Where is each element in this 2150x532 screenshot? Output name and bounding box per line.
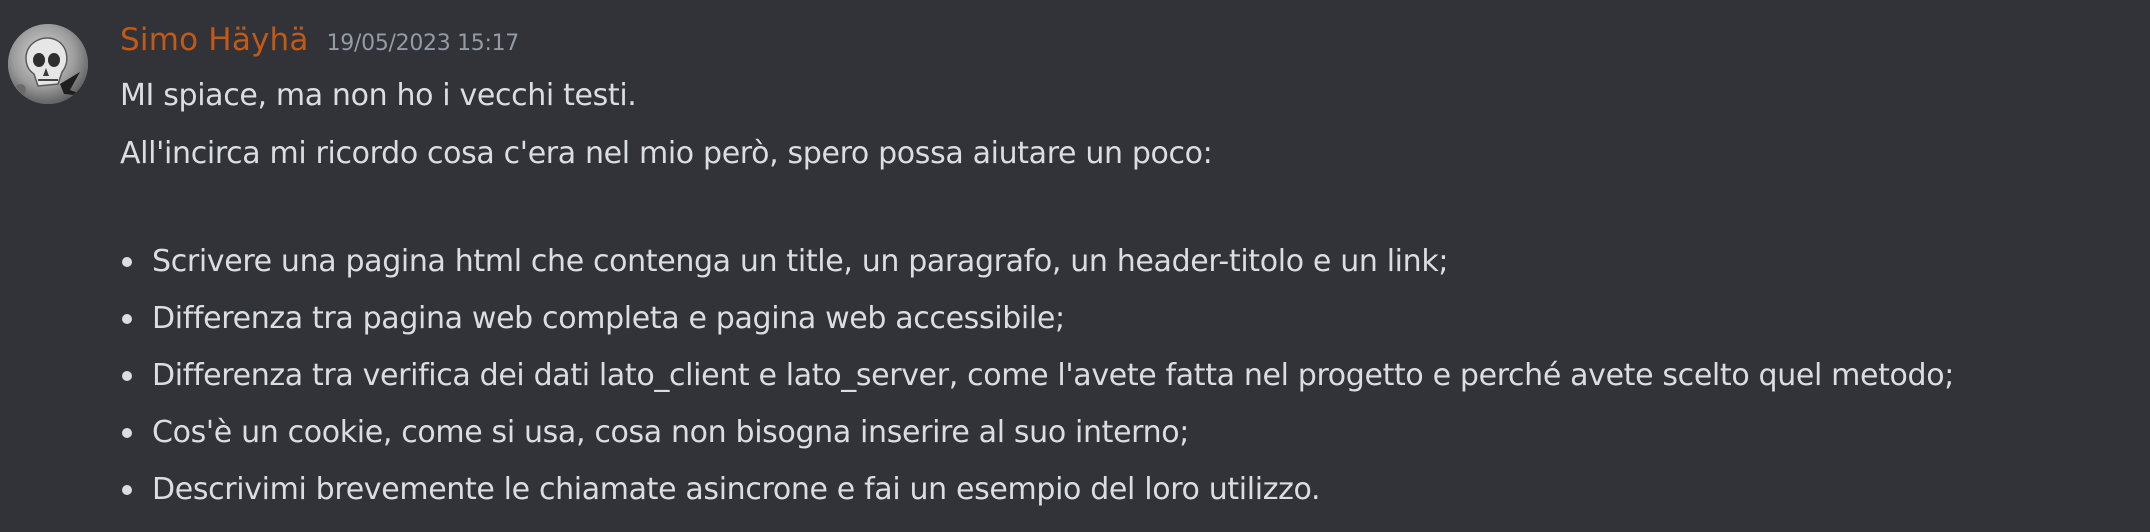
bullet-dot-icon	[122, 371, 132, 381]
bullet-text: Descrivimi brevemente le chiamate asincr…	[152, 472, 1321, 507]
bullet-item: Cos'è un cookie, come si usa, cosa non b…	[120, 413, 1954, 470]
user-avatar[interactable]	[8, 24, 88, 104]
bullet-text: Differenza tra pagina web completa e pag…	[152, 301, 1065, 336]
message-header: Simo Häyhä 19/05/2023 15:17	[120, 22, 519, 70]
bullet-list: Scrivere una pagina html che contenga un…	[120, 242, 1954, 527]
bullet-item: Differenza tra pagina web completa e pag…	[120, 299, 1954, 356]
bullet-text: Scrivere una pagina html che contenga un…	[152, 244, 1449, 279]
message-line: All'incirca mi ricordo cosa c'era nel mi…	[120, 136, 1213, 171]
bullet-text: Cos'è un cookie, come si usa, cosa non b…	[152, 415, 1190, 450]
bullet-item: Descrivimi brevemente le chiamate asincr…	[120, 470, 1954, 527]
author-name[interactable]: Simo Häyhä	[120, 22, 309, 58]
bullet-dot-icon	[122, 314, 132, 324]
skull-avatar-icon	[8, 24, 88, 104]
message-timestamp[interactable]: 19/05/2023 15:17	[327, 31, 520, 56]
chat-message: Simo Häyhä 19/05/2023 15:17 MI spiace, m…	[0, 0, 2150, 532]
bullet-dot-icon	[122, 257, 132, 267]
bullet-text: Differenza tra verifica dei dati lato_cl…	[152, 358, 1954, 393]
bullet-item: Differenza tra verifica dei dati lato_cl…	[120, 356, 1954, 413]
bullet-dot-icon	[122, 485, 132, 495]
message-line: MI spiace, ma non ho i vecchi testi.	[120, 78, 637, 113]
bullet-item: Scrivere una pagina html che contenga un…	[120, 242, 1954, 299]
bullet-dot-icon	[122, 428, 132, 438]
